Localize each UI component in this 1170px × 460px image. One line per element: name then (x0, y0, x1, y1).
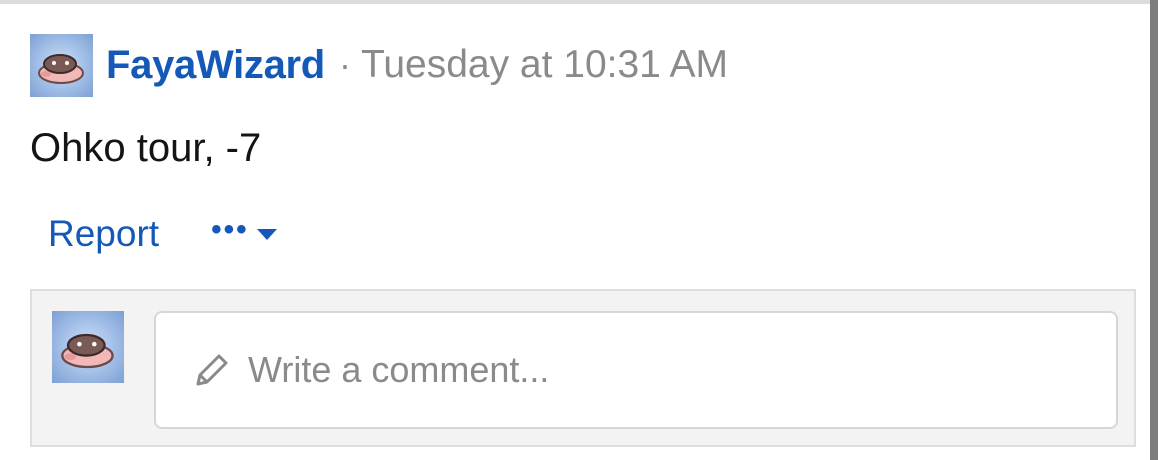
post-timestamp[interactable]: Tuesday at 10:31 AM (361, 43, 728, 87)
current-user-avatar (52, 311, 124, 383)
pokemon-avatar-icon (38, 53, 84, 84)
pokemon-avatar-icon (61, 333, 114, 369)
pencil-icon (196, 354, 228, 386)
post-header: FayaWizard · Tuesday at 10:31 AM (30, 33, 728, 97)
comment-composer: Write a comment... (30, 289, 1136, 447)
ellipsis-icon: ••• (211, 213, 249, 246)
scrollbar[interactable] (1150, 0, 1158, 460)
comment-input[interactable]: Write a comment... (154, 311, 1118, 429)
author-avatar[interactable] (30, 33, 93, 97)
top-divider (0, 0, 1150, 4)
comment-placeholder: Write a comment... (248, 349, 550, 390)
author-name-link[interactable]: FayaWizard (106, 43, 325, 88)
report-link[interactable]: Report (48, 213, 159, 255)
post-text: Ohko tour, -7 (30, 126, 262, 170)
caret-down-icon (256, 228, 277, 240)
header-separator: · (338, 44, 351, 85)
more-options-button[interactable]: ••• (211, 215, 277, 249)
post-card: FayaWizard · Tuesday at 10:31 AM Ohko to… (0, 0, 1170, 460)
post-actions: Report ••• (48, 213, 277, 255)
